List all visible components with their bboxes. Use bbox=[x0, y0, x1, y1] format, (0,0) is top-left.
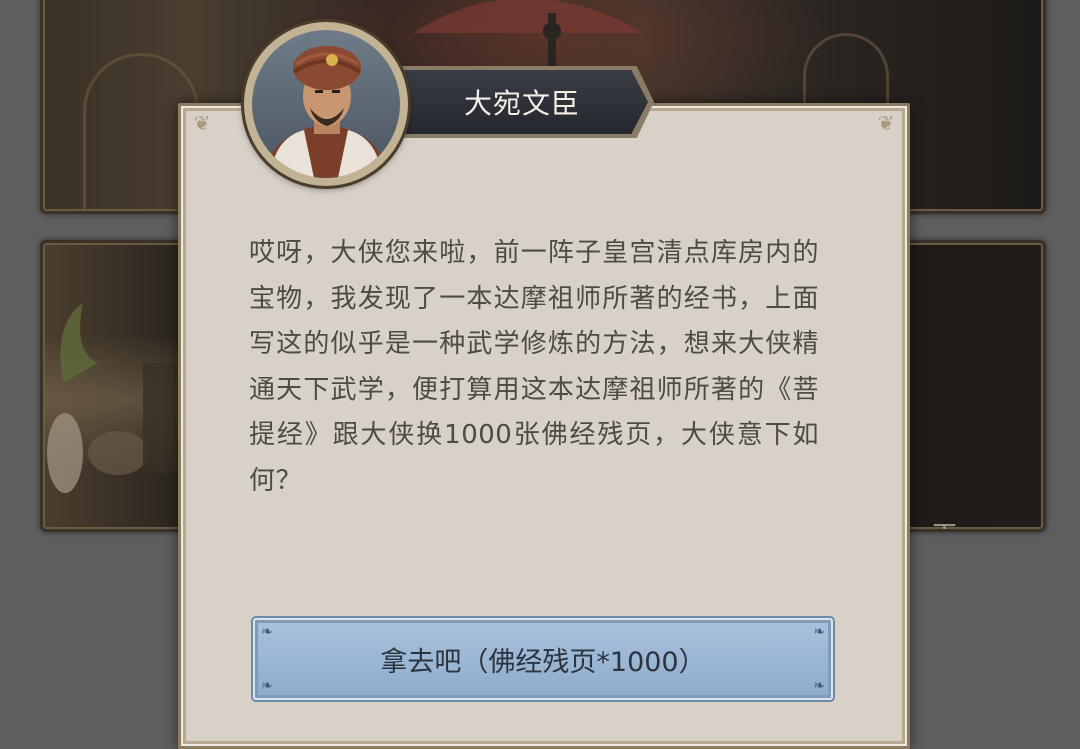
accept-trade-button-label: 拿去吧（佛经残页*1000） bbox=[380, 646, 706, 678]
npc-portrait bbox=[244, 22, 408, 186]
name-plate: 大宛文臣 bbox=[370, 70, 648, 134]
button-corner-ornament-icon: ❧ bbox=[813, 624, 825, 640]
accept-trade-button[interactable]: ❧ ❧ ❧ ❧ 拿去吧（佛经残页*1000） bbox=[253, 618, 833, 700]
corner-ornament-icon: ❦ bbox=[877, 111, 895, 135]
workshop-label: 工 坊 bbox=[931, 513, 1043, 529]
corner-ornament-icon: ❦ bbox=[193, 111, 211, 135]
button-corner-ornament-icon: ❧ bbox=[813, 678, 825, 694]
turbaned-official-icon bbox=[262, 46, 390, 178]
dialog-message: 哎呀，大侠您来啦，前一阵子皇宫清点库房内的宝物，我发现了一本达摩祖师所著的经书，… bbox=[249, 238, 819, 496]
button-corner-ornament-icon: ❧ bbox=[261, 678, 273, 694]
button-corner-ornament-icon: ❧ bbox=[261, 624, 273, 640]
npc-portrait-image bbox=[252, 30, 400, 178]
npc-dialog-box: ❦ ❦ 哎呀，大侠您来啦，前一阵子皇宫清点库房内的宝物，我发现了一本达摩祖师所著… bbox=[178, 103, 910, 749]
npc-name: 大宛文臣 bbox=[463, 87, 580, 120]
